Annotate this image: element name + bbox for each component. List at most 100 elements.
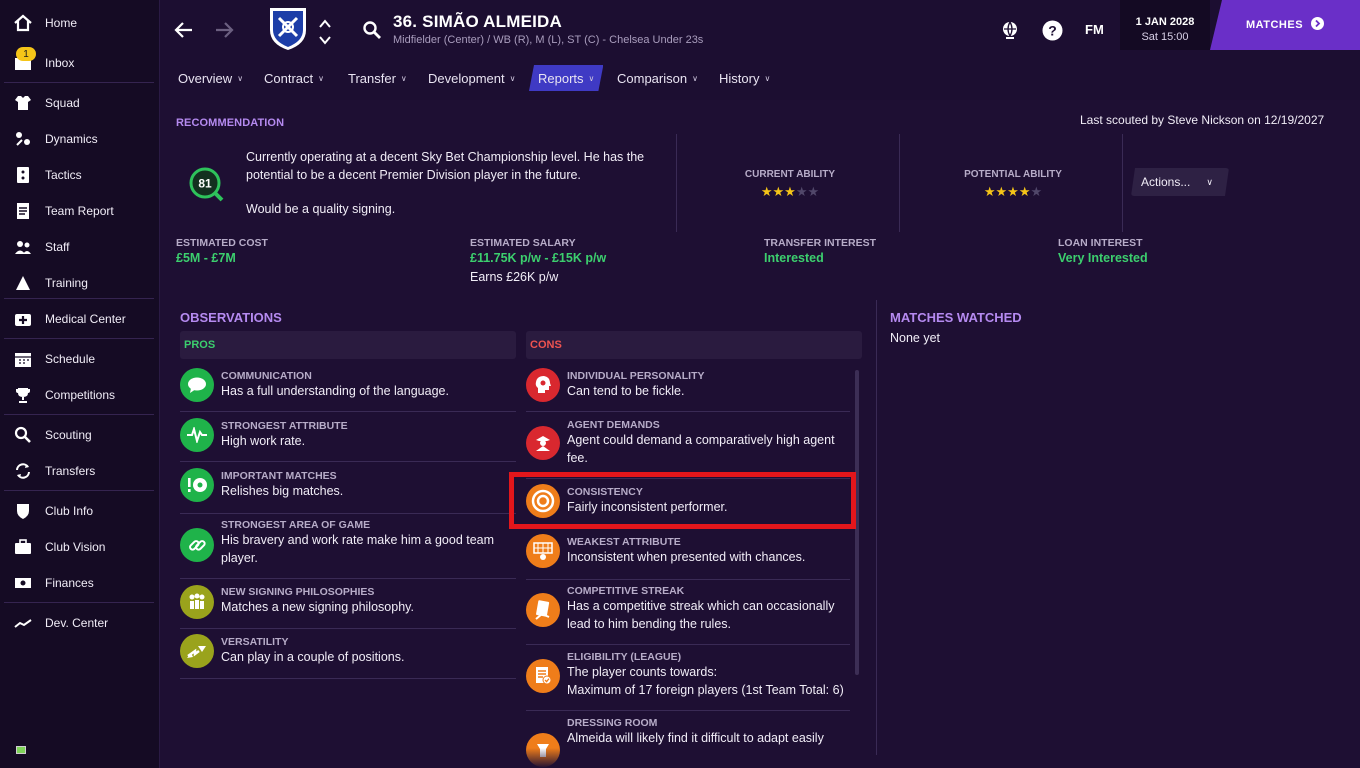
- staff-icon: [13, 237, 33, 257]
- link-icon: [180, 528, 214, 562]
- sidebar-item-label: Club Info: [45, 504, 94, 518]
- sidebar-item-label: Scouting: [45, 428, 92, 442]
- sidebar-item-label: Dynamics: [45, 132, 98, 146]
- money-icon: [13, 573, 33, 593]
- pro-item: IMPORTANT MATCHES Relishes big matches.: [180, 466, 516, 514]
- pro-category: IMPORTANT MATCHES: [221, 470, 337, 482]
- sidebar-item-club-vision[interactable]: Club Vision: [0, 532, 160, 562]
- sidebar-item-training[interactable]: Training: [0, 268, 160, 298]
- star-empty-icon: ★: [807, 184, 820, 199]
- svg-text:?: ?: [1048, 23, 1057, 39]
- current-ability-stars: ★★★★★: [710, 184, 870, 200]
- con-description: Can tend to be fickle.: [567, 384, 685, 398]
- highlight-annotation-box: [509, 472, 856, 529]
- sidebar-item-club-info[interactable]: Club Info: [0, 496, 160, 526]
- pro-item: VERSATILITY Can play in a couple of posi…: [180, 632, 516, 679]
- divider: [876, 300, 877, 755]
- sidebar-item-squad[interactable]: Squad: [0, 88, 160, 118]
- pro-item: NEW SIGNING PHILOSOPHIES Matches a new s…: [180, 582, 516, 629]
- tab-transfer[interactable]: Transfer ∨: [339, 65, 416, 91]
- sidebar-item-label: Squad: [45, 96, 80, 110]
- search-icon[interactable]: [362, 20, 382, 45]
- dynamics-icon: [13, 129, 33, 149]
- sidebar-item-competitions[interactable]: Competitions: [0, 380, 160, 410]
- chevron-down-icon: ∨: [318, 73, 324, 83]
- sidebar-item-scouting[interactable]: Scouting: [0, 420, 160, 450]
- sidebar-item-dynamics[interactable]: Dynamics: [0, 124, 160, 154]
- date-display[interactable]: 1 JAN 2028 Sat 15:00: [1120, 0, 1210, 50]
- pro-description: Matches a new signing philosophy.: [221, 600, 414, 614]
- current-time: Sat 15:00: [1141, 31, 1189, 43]
- pro-category: COMMUNICATION: [221, 370, 312, 382]
- con-description-detail: Maximum of 17 foreign players (1st Team …: [567, 683, 844, 697]
- forward-arrow-icon[interactable]: [214, 20, 234, 45]
- observations-heading: OBSERVATIONS: [180, 310, 282, 325]
- chevron-down-icon: ∨: [764, 73, 771, 83]
- fm-menu-button[interactable]: FM: [1085, 22, 1104, 37]
- divider: [676, 134, 677, 232]
- divider: [4, 298, 154, 299]
- player-name: 36. SIMÃO ALMEIDA: [393, 12, 563, 31]
- calendar-icon: [13, 349, 33, 369]
- sidebar-item-home[interactable]: Home: [0, 8, 160, 38]
- tab-history[interactable]: History ∨: [710, 65, 779, 91]
- con-description: Agent could demand a comparatively high …: [567, 433, 835, 465]
- sidebar-item-tactics[interactable]: Tactics: [0, 160, 160, 190]
- matches-continue-button[interactable]: MATCHES: [1210, 0, 1360, 50]
- star-filled-icon: ★: [983, 184, 996, 199]
- club-crest-icon: [268, 6, 308, 57]
- con-description: Inconsistent when presented with chances…: [567, 550, 806, 564]
- pro-item: STRONGEST AREA OF GAME His bravery and w…: [180, 515, 516, 579]
- last-scouted-text: Last scouted by Steve Nickson on 12/19/2…: [1080, 113, 1325, 127]
- con-item: ELIGIBILITY (LEAGUE) The player counts t…: [526, 647, 850, 711]
- pro-description: High work rate.: [221, 434, 306, 448]
- con-category: AGENT DEMANDS: [567, 419, 660, 431]
- con-item: COMPETITIVE STREAK Has a competitive str…: [526, 581, 850, 645]
- back-arrow-icon[interactable]: [174, 20, 194, 45]
- con-description: Has a competitive streak which can occas…: [567, 599, 835, 631]
- tab-label: Transfer: [348, 70, 396, 86]
- cons-label: CONS: [530, 339, 562, 351]
- home-icon: [13, 13, 33, 33]
- tab-development[interactable]: Development ∨: [419, 65, 524, 91]
- con-item: AGENT DEMANDS Agent could demand a compa…: [526, 415, 850, 479]
- sidebar-item-finances[interactable]: Finances: [0, 568, 160, 598]
- shield-icon: [13, 501, 33, 521]
- status-indicator-icon[interactable]: [16, 746, 26, 754]
- con-category: DRESSING ROOM: [567, 717, 658, 729]
- sidebar-item-staff[interactable]: Staff: [0, 232, 160, 262]
- football-alert-icon: [180, 468, 214, 502]
- sidebar-item-label: Team Report: [45, 204, 114, 218]
- sidebar-item-label: Medical Center: [45, 312, 126, 326]
- chevron-down-icon[interactable]: [319, 32, 331, 50]
- sidebar-item-team-report[interactable]: Team Report: [0, 196, 160, 226]
- estimated-cost-value: £5M - £7M: [176, 251, 236, 265]
- divider: [4, 490, 154, 491]
- estimated-salary-label: ESTIMATED SALARY: [470, 237, 576, 249]
- con-description: The player counts towards:: [567, 665, 718, 679]
- shirt-icon: [13, 93, 33, 113]
- sidebar-item-transfers[interactable]: Transfers: [0, 456, 160, 486]
- pro-description: His bravery and work rate make him a goo…: [221, 533, 495, 565]
- con-category: ELIGIBILITY (LEAGUE): [567, 651, 682, 663]
- tab-reports[interactable]: Reports ∨: [529, 65, 603, 91]
- star-empty-icon: ★: [1030, 184, 1043, 199]
- help-icon[interactable]: ?: [1042, 20, 1063, 46]
- actions-dropdown[interactable]: Actions... ∨: [1131, 168, 1229, 196]
- sidebar-item-label: Finances: [45, 576, 94, 590]
- globe-icon[interactable]: [1000, 20, 1020, 45]
- divider: [4, 82, 154, 83]
- sidebar-item-dev-center[interactable]: Dev. Center: [0, 608, 160, 638]
- sidebar-item-medical-center[interactable]: Medical Center: [0, 304, 160, 334]
- chevron-down-icon: ∨: [588, 73, 595, 83]
- star-filled-icon: ★: [1018, 184, 1031, 199]
- tab-overview[interactable]: Overview ∨: [169, 65, 252, 91]
- tab-contract[interactable]: Contract ∨: [255, 65, 333, 91]
- training-icon: [13, 273, 33, 293]
- tab-label: Reports: [538, 70, 584, 86]
- star-filled-icon: ★: [995, 184, 1008, 199]
- sidebar-item-schedule[interactable]: Schedule: [0, 344, 160, 374]
- tab-comparison[interactable]: Comparison ∨: [608, 65, 707, 91]
- con-item: INDIVIDUAL PERSONALITY Can tend to be fi…: [526, 366, 850, 412]
- estimated-salary-value: £11.75K p/w - £15K p/w: [470, 251, 607, 265]
